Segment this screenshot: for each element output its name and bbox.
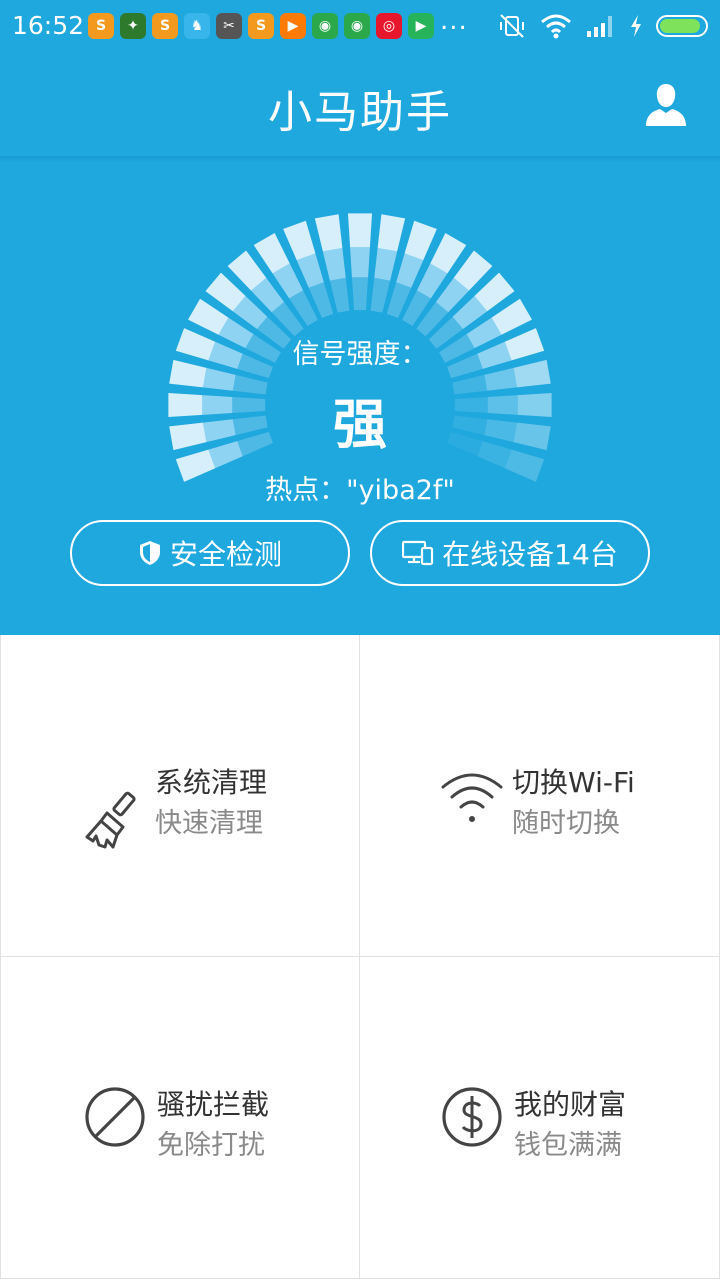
charging-icon — [631, 15, 641, 37]
gauge-segment-outer — [283, 220, 316, 261]
app-header: 小马助手 — [0, 52, 720, 158]
signal-gauge-panel: 信号强度： 强 热点："yiba2f" 安全检测 在线设备14台 — [0, 160, 720, 635]
online-devices-label: 在线设备14台 — [442, 538, 618, 571]
hotspot-name: 热点："yiba2f" — [265, 475, 455, 506]
devices-icon — [402, 540, 434, 566]
shield-icon — [139, 541, 160, 565]
system-clean-subtitle: 快速清理 — [155, 808, 263, 839]
brush-icon — [85, 791, 136, 849]
gauge-segment-outer — [377, 214, 406, 252]
app-title: 小马助手 — [268, 87, 452, 138]
switch-wifi-tile[interactable]: 切换Wi-Fi 随时切换 — [360, 635, 720, 957]
gauge-segment-middle — [350, 247, 370, 278]
my-wealth-subtitle: 钱包满满 — [514, 1130, 622, 1161]
status-time: 16:52 — [12, 11, 85, 40]
play-icon: ▶ — [408, 13, 434, 39]
online-devices-button[interactable]: 在线设备14台 — [370, 520, 650, 586]
harassment-block-title: 骚扰拦截 — [157, 1088, 270, 1121]
video-icon: ▶ — [280, 13, 306, 39]
switch-wifi-subtitle: 随时切换 — [512, 808, 620, 839]
notification-icons: S ✦ S ♞ ✂ S ▶ ◉ ◉ ◎ ▶ — [88, 13, 434, 39]
sogou-icon: S — [88, 13, 114, 39]
security-check-label: 安全检测 — [169, 538, 282, 571]
cellular-signal-icon — [587, 16, 612, 37]
status-bar: 16:52 S ✦ S ♞ ✂ S ▶ ◉ ◉ ◎ ▶ ... — [0, 0, 720, 52]
app-icon: ✦ — [120, 13, 146, 39]
gauge-segment-inner — [329, 277, 350, 313]
harassment-block-tile[interactable]: 骚扰拦截 免除打扰 — [0, 957, 360, 1279]
feature-grid: 系统清理 快速清理 切换Wi-Fi 随时切换 骚扰拦截 免除打扰 我的财富 钱包… — [0, 635, 720, 1280]
system-clean-title: 系统清理 — [155, 766, 268, 799]
system-status-icons — [498, 12, 708, 40]
sogou-icon: S — [152, 13, 178, 39]
more-notifications-indicator: ... — [440, 6, 468, 36]
switch-wifi-title: 切换Wi-Fi — [512, 766, 635, 799]
system-clean-tile[interactable]: 系统清理 快速清理 — [0, 635, 360, 957]
wifi-icon — [441, 773, 503, 822]
signal-strength-value: 强 — [333, 393, 387, 456]
battery-level — [660, 19, 700, 33]
gauge-segment-outer — [347, 213, 373, 248]
horse-icon: ♞ — [184, 13, 210, 39]
gauge-segment-inner — [351, 277, 369, 311]
chrome-icon: ◉ — [312, 13, 338, 39]
mute-vibrate-icon — [500, 14, 524, 38]
dollar-icon — [442, 1087, 502, 1147]
wifi-status-icon — [541, 14, 571, 39]
signal-strength-label: 信号强度： — [292, 339, 428, 370]
gauge-segment-outer — [404, 220, 437, 261]
my-wealth-tile[interactable]: 我的财富 钱包满满 — [360, 957, 720, 1279]
gauge-segment-inner — [370, 277, 391, 313]
harassment-block-subtitle: 免除打扰 — [157, 1130, 265, 1161]
block-icon — [85, 1087, 145, 1147]
battery-icon — [656, 15, 708, 37]
chrome-icon: ◉ — [344, 13, 370, 39]
sogou-icon: S — [248, 13, 274, 39]
user-profile-icon[interactable] — [644, 82, 688, 126]
gauge-segment-middle — [322, 247, 346, 281]
gauge-segment-outer — [314, 214, 343, 252]
my-wealth-title: 我的财富 — [514, 1088, 627, 1121]
security-check-button[interactable]: 安全检测 — [70, 520, 350, 586]
app-icon: ✂ — [216, 13, 242, 39]
weibo-icon: ◎ — [376, 13, 402, 39]
gauge-segment-middle — [374, 247, 398, 281]
